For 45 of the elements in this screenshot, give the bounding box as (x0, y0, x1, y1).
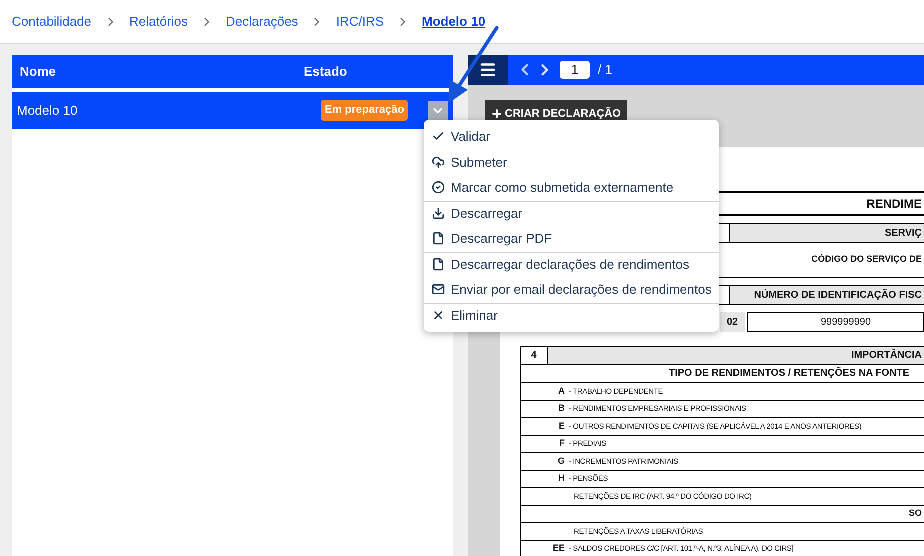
income-code: EE (552, 542, 565, 555)
column-header: Nome (19, 62, 58, 81)
menu-item[interactable]: Eliminar (424, 302, 719, 328)
menu-item[interactable]: Descarregar declarações de rendimentos (424, 252, 719, 277)
list-row[interactable]: Modelo 10 Em preparação (12, 92, 453, 129)
section-header: SERVIÇ (884, 226, 922, 240)
section-header: NÚMERO DE IDENTIFICAÇÃO FISC (754, 288, 922, 302)
menu-item[interactable]: Descarregar (424, 200, 719, 226)
page-field[interactable]: 1 (560, 61, 590, 79)
download-icon (432, 207, 445, 220)
envelope-icon (432, 283, 445, 296)
income-code: G (556, 454, 565, 468)
menu-icon (479, 61, 497, 79)
income-code: E (558, 420, 565, 432)
breadcrumb-link[interactable]: Declarações (226, 12, 298, 32)
file-icon (432, 232, 445, 246)
column-header: Estado (304, 62, 348, 81)
row-menu-button[interactable] (428, 100, 448, 120)
income-code: H (558, 472, 565, 485)
status-badge: Em preparação (321, 100, 408, 121)
document-title: RENDIME (866, 196, 922, 212)
row-name: Modelo 10 (17, 102, 79, 120)
income-code: F (558, 437, 565, 450)
income-code: B (558, 402, 565, 415)
income-code: A (558, 384, 565, 398)
breadcrumb-link[interactable]: Contabilidade (12, 12, 92, 32)
nif-value: 999999990 (747, 312, 924, 332)
field-number: 02 (720, 312, 745, 332)
close-icon (432, 309, 445, 322)
menu-button[interactable] (468, 55, 508, 85)
cloud-upload-icon (432, 156, 445, 169)
breadcrumb-link[interactable]: Relatórios (130, 12, 188, 32)
menu-item[interactable]: Marcar como submetida externamente (424, 175, 719, 200)
section-subtitle: TIPO DE RENDIMENTOS / RETENÇÕES NA FONTE (669, 366, 910, 381)
field-label: CÓDIGO DO SERVIÇO DE (812, 253, 922, 266)
menu-item[interactable]: Enviar por email declarações de rendimentos (424, 277, 719, 302)
page-count: / 1 (598, 61, 612, 80)
total-label: SO (908, 507, 922, 520)
breadcrumb-link[interactable]: IRC/IRS (336, 12, 384, 32)
circle-check-icon (432, 181, 445, 194)
breadcrumb-link[interactable]: Modelo 10 (422, 12, 486, 32)
menu-item[interactable]: Descarregar PDF (424, 226, 719, 252)
file-icon (432, 258, 445, 272)
menu-item[interactable]: Submeter (424, 150, 719, 175)
section-header: IMPORTÂNCIA (548, 347, 924, 364)
